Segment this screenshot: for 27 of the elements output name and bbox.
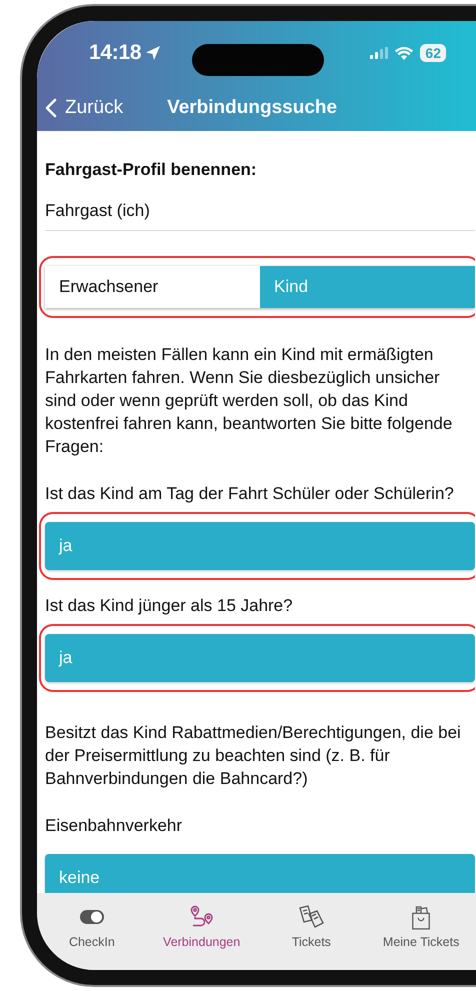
segment-option[interactable]: Kind: [260, 266, 475, 308]
question-text: Ist das Kind am Tag der Fahrt Schüler oder Schülerin?: [45, 483, 455, 505]
tickets-icon: [297, 905, 326, 929]
profile-name-label: Fahrgast-Profil benennen:: [45, 159, 258, 181]
battery-level: 62: [420, 44, 446, 62]
route-pins-icon: [188, 905, 215, 929]
tab-item[interactable]: Tickets: [256, 903, 366, 949]
question-text: Ist das Kind jünger als 15 Jahre?: [45, 595, 294, 617]
status-time: 14:18: [89, 41, 142, 65]
location-arrow-icon: [145, 45, 162, 61]
answer-select[interactable]: ja: [45, 522, 475, 570]
tab-item[interactable]: Meine Tickets: [366, 903, 476, 949]
chevron-left-icon: [45, 98, 57, 118]
field-label: Eisenbahnverkehr: [45, 815, 184, 837]
segment-option[interactable]: Erwachsener: [45, 266, 260, 308]
answer-select[interactable]: ja: [45, 634, 475, 682]
back-button[interactable]: Zurück: [45, 96, 124, 118]
info-paragraph: Besitzt das Kind Rabattmedien/Berechtigungen, die bei der Preisermittlung zu beachten sind (z. B. für Bahnverbindungen die Bahncard?): [45, 722, 462, 790]
tab-item[interactable]: CheckIn: [37, 903, 147, 949]
toggle-icon: [80, 909, 104, 925]
screen-title: Verbindungssuche: [167, 96, 338, 118]
wifi-icon: [395, 46, 414, 60]
answer-select[interactable]: keine: [45, 854, 475, 893]
tab-item[interactable]: Verbindungen: [146, 903, 256, 949]
signal-icon: [370, 47, 388, 59]
info-paragraph: In den meisten Fällen kann ein Kind mit ermäßigten Fahrkarten fahren. Wenn Sie diesbezüglich unsicher sind oder wenn geprüft werden soll, ob das Kind kostenfrei fahren kann, beantworten Sie bitte folgende Fragen:: [45, 344, 454, 458]
profile-name-field[interactable]: Fahrgast (ich): [45, 195, 475, 231]
